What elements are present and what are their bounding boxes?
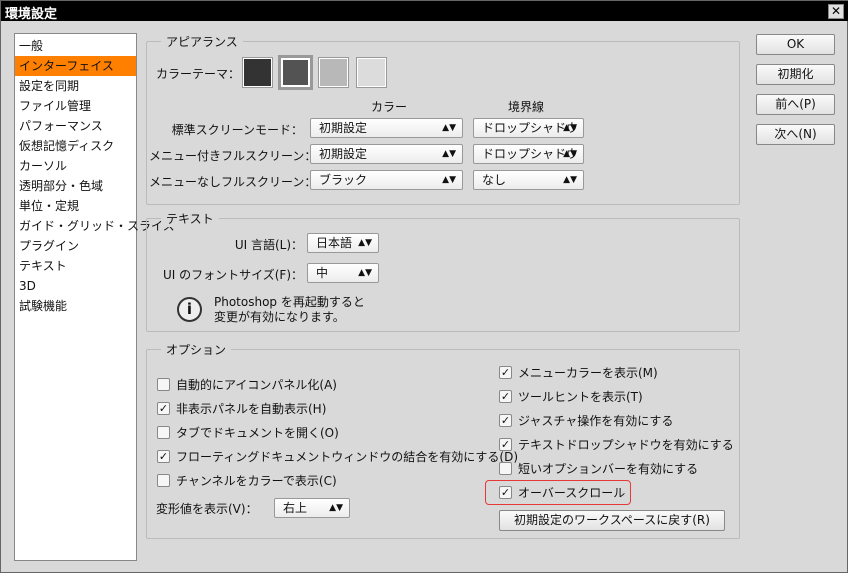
checkbox-label[interactable]: テキストドロップシャドウを有効にする (518, 436, 734, 453)
updown-icon: ▲▼ (442, 123, 456, 133)
color-theme-swatch[interactable] (278, 55, 313, 90)
color-value: 初期設定 (319, 147, 368, 161)
checkbox-label[interactable]: 自動的にアイコンパネル化(A) (176, 376, 337, 393)
checkbox[interactable]: ✓ (499, 438, 512, 451)
ui-language-value: 日本語 (316, 236, 353, 250)
color-value: 初期設定 (319, 121, 368, 135)
checkbox[interactable]: ✓ (499, 486, 512, 499)
sidebar-item[interactable]: 単位・定規 (15, 196, 136, 216)
checkbox-label[interactable]: チャンネルをカラーで表示(C) (176, 472, 337, 489)
options-legend: オプション (161, 341, 232, 358)
ui-language-label: UI 言語(L)： (234, 238, 303, 252)
sidebar: 一般 インターフェイス 設定を同期 ファイル管理 パフォーマンス 仮想記憶ディスク カーソル… (14, 33, 175, 561)
transform-select[interactable]: 右上 ▲▼ (274, 498, 350, 518)
border-column-header: 境界線 (508, 100, 545, 114)
color-theme-swatch[interactable] (243, 58, 272, 87)
prev-button[interactable]: 前へ(P) (756, 94, 835, 115)
checkbox[interactable] (157, 378, 170, 391)
reset-workspace-button[interactable]: 初期設定のワークスペースに戻す(R) (499, 510, 725, 531)
sidebar-item[interactable]: インターフェイス (15, 56, 136, 76)
screen-mode-label: メニューなしフルスクリーン： (149, 175, 317, 189)
updown-icon: ▲▼ (358, 238, 372, 248)
border-select[interactable]: ドロップシャドウ ▲▼ (473, 144, 584, 164)
color-select[interactable]: 初期設定 ▲▼ (310, 144, 463, 164)
updown-icon: ▲▼ (563, 149, 577, 159)
color-select[interactable]: ブラック ▲▼ (310, 170, 463, 190)
title-bar: 環境設定 (1, 1, 848, 22)
checkbox-label[interactable]: ツールヒントを表示(T) (518, 388, 643, 405)
checkbox-label[interactable]: フローティングドキュメントウィンドウの結合を有効にする(D) (176, 448, 518, 465)
close-button[interactable]: ✕ (828, 4, 844, 19)
sidebar-item[interactable]: 設定を同期 (15, 76, 136, 96)
updown-icon: ▲▼ (563, 175, 577, 185)
sidebar-item[interactable]: ガイド・グリッド・スライス (15, 216, 175, 236)
checkbox-label[interactable]: メニューカラーを表示(M) (518, 364, 658, 381)
updown-icon: ▲▼ (358, 268, 372, 278)
checkbox[interactable]: ✓ (157, 450, 170, 463)
checkbox[interactable] (157, 474, 170, 487)
color-theme-swatch[interactable] (319, 58, 348, 87)
sidebar-item[interactable]: 一般 (15, 36, 136, 56)
theme-label: カラーテーマ： (156, 67, 241, 81)
info-text-2: 変更が有効になります。 (214, 310, 345, 324)
ui-language-select[interactable]: 日本語 ▲▼ (307, 233, 379, 253)
checkbox-label[interactable]: ジャスチャ操作を有効にする (518, 412, 673, 429)
sidebar-item[interactable]: パフォーマンス (15, 116, 136, 136)
sidebar-item[interactable]: 試験機能 (15, 296, 136, 316)
checkbox-label[interactable]: タブでドキュメントを開く(O) (176, 424, 339, 441)
ui-font-size-select[interactable]: 中 ▲▼ (307, 263, 379, 283)
checkbox[interactable]: ✓ (157, 402, 170, 415)
transform-value: 右上 (283, 501, 308, 515)
sidebar-item[interactable]: カーソル (15, 156, 136, 176)
checkbox[interactable]: ✓ (499, 366, 512, 379)
sidebar-item[interactable]: プラグイン (15, 236, 136, 256)
updown-icon: ▲▼ (442, 175, 456, 185)
ui-font-size-label: UI のフォントサイズ(F)： (162, 268, 303, 282)
sidebar-item[interactable]: ファイル管理 (15, 96, 136, 116)
window-title: 環境設定 (5, 7, 58, 22)
color-value: ブラック (319, 173, 368, 187)
color-theme-swatch[interactable] (357, 58, 386, 87)
checkbox[interactable]: ✓ (499, 390, 512, 403)
border-select[interactable]: ドロップシャドウ ▲▼ (473, 118, 584, 138)
ok-button[interactable]: OK (756, 34, 835, 55)
updown-icon: ▲▼ (563, 123, 577, 133)
sidebar-item[interactable]: テキスト (15, 256, 136, 276)
screen-mode-label: 標準スクリーンモード： (171, 123, 303, 137)
transform-label: 変形値を表示(V)： (156, 502, 258, 516)
checkbox-label[interactable]: 非表示パネルを自動表示(H) (176, 400, 326, 417)
checkbox[interactable]: ✓ (499, 414, 512, 427)
next-button[interactable]: 次へ(N) (756, 124, 835, 145)
color-select[interactable]: 初期設定 ▲▼ (310, 118, 463, 138)
color-column-header: カラー (371, 100, 408, 114)
text-legend: テキスト (161, 210, 219, 227)
sidebar-item[interactable]: 3D (15, 276, 136, 296)
sidebar-item[interactable]: 仮想記憶ディスク (15, 136, 136, 156)
border-select[interactable]: なし ▲▼ (473, 170, 584, 190)
border-value: なし (482, 173, 507, 187)
updown-icon: ▲▼ (442, 149, 456, 159)
checkbox[interactable] (157, 426, 170, 439)
screen-mode-label: メニュー付きフルスクリーン： (149, 149, 317, 163)
info-icon: i (177, 297, 202, 322)
checkbox-label[interactable]: 短いオプションバーを有効にする (518, 460, 698, 477)
ui-font-size-value: 中 (316, 266, 329, 280)
appearance-legend: アピアランス (161, 33, 243, 50)
sidebar-item[interactable]: 透明部分・色域 (15, 176, 136, 196)
checkbox-label[interactable]: オーバースクロール (518, 484, 625, 501)
updown-icon: ▲▼ (329, 503, 343, 513)
checkbox[interactable] (499, 462, 512, 475)
reset-button[interactable]: 初期化 (756, 64, 835, 85)
